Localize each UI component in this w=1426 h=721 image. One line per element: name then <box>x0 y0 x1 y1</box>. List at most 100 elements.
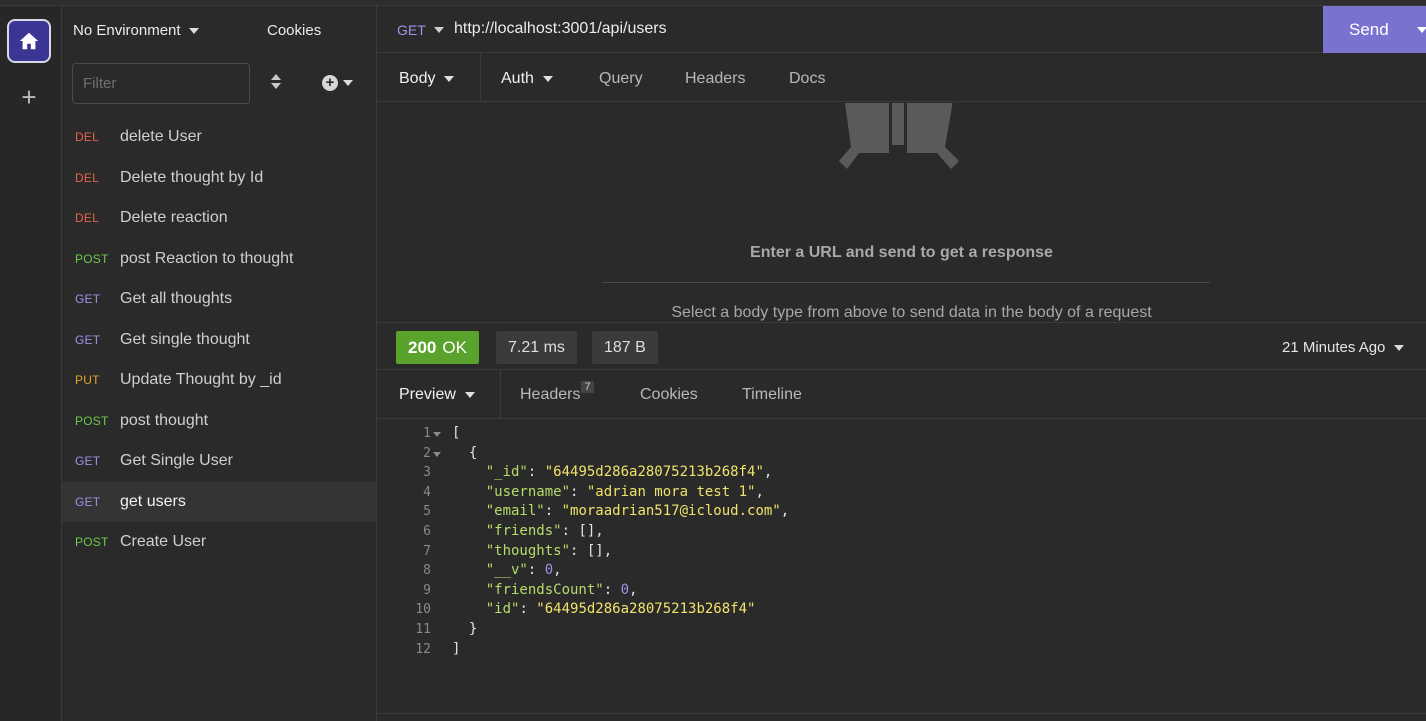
tab-query[interactable]: Query <box>599 70 643 88</box>
tab-divider <box>480 54 481 102</box>
json-value: "64495d286a28075213b268f4" <box>544 464 764 481</box>
code-line: 10 "id": "64495d286a28075213b268f4" <box>377 601 1426 621</box>
request-tabs: Body Auth Query Headers Docs <box>377 54 1426 102</box>
request-name: get users <box>120 492 186 510</box>
response-preview: 1[2 {3 "_id": "64495d286a28075213b268f4"… <box>377 425 1426 660</box>
divider <box>602 282 1210 283</box>
fold-icon[interactable] <box>433 432 441 437</box>
json-value: "64495d286a28075213b268f4" <box>536 601 756 618</box>
request-item[interactable]: DEL Delete thought by Id <box>62 158 376 199</box>
request-item[interactable]: GET get users <box>62 481 376 522</box>
chevron-down-icon <box>433 27 444 33</box>
json-bracket: [ <box>452 425 461 441</box>
request-item[interactable]: DEL Delete reaction <box>62 198 376 239</box>
request-name: Get single thought <box>120 330 250 348</box>
json-key: "id" <box>485 601 520 618</box>
send-button[interactable]: Send <box>1323 6 1426 53</box>
tab-preview[interactable]: Preview <box>399 386 475 404</box>
json-value: [] <box>586 542 604 559</box>
json-bracket: } <box>452 620 478 637</box>
cookies-button[interactable]: Cookies <box>267 22 321 39</box>
request-name: delete User <box>120 128 202 146</box>
request-method-badge: GET <box>75 332 101 347</box>
json-property: "__v": 0, <box>485 562 562 579</box>
request-method-badge: GET <box>75 454 101 469</box>
chevron-down-icon <box>188 27 199 34</box>
tab-headers[interactable]: Headers <box>685 70 745 88</box>
request-name: Delete thought by Id <box>120 168 264 186</box>
line-number: 7 <box>423 543 431 559</box>
request-name: Update Thought by _id <box>120 371 282 389</box>
tab-timeline[interactable]: Timeline <box>742 386 802 404</box>
request-item[interactable]: PUT Update Thought by _id <box>62 360 376 401</box>
chevron-down-icon[interactable] <box>1417 27 1426 33</box>
json-property: "id": "64495d286a28075213b268f4" <box>485 601 756 618</box>
status-badge: 200 OK <box>396 331 479 364</box>
chevron-down-icon <box>464 392 475 398</box>
request-body-panel: Enter a URL and send to get a response S… <box>377 103 1426 322</box>
plus-circle-icon: + <box>322 75 338 91</box>
json-key: "friendsCount" <box>485 581 604 598</box>
json-property: "thoughts": [], <box>485 542 613 559</box>
tab-body[interactable]: Body <box>399 70 455 88</box>
line-number: 8 <box>423 563 431 579</box>
status-code: 200 <box>408 337 437 357</box>
plus-icon[interactable]: + <box>17 84 41 110</box>
fold-icon[interactable] <box>433 451 441 457</box>
environment-selector[interactable]: No Environment <box>73 22 199 39</box>
json-key: "_id" <box>485 464 528 481</box>
add-request-button[interactable]: + <box>322 75 353 91</box>
request-item[interactable]: POST post Reaction to thought <box>62 239 376 280</box>
sidebar: No Environment Cookies + DELdelete UserD… <box>62 6 377 721</box>
request-item[interactable]: GET Get all thoughts <box>62 279 376 320</box>
json-value: [] <box>578 522 596 539</box>
request-method-badge: POST <box>75 413 109 428</box>
json-property: "username": "adrian mora test 1", <box>485 483 764 500</box>
response-size-badge: 187 B <box>592 331 658 364</box>
code-line: 12] <box>377 641 1426 661</box>
filter-input[interactable] <box>72 63 250 104</box>
tab-docs[interactable]: Docs <box>789 70 825 88</box>
home-button[interactable] <box>7 19 51 63</box>
empty-state-title: Enter a URL and send to get a response <box>750 244 1053 261</box>
code-line: 7 "thoughts": [], <box>377 543 1426 563</box>
url-input[interactable]: http://localhost:3001/api/users <box>454 20 667 38</box>
request-method-badge: POST <box>75 251 109 266</box>
environment-label: No Environment <box>73 22 181 39</box>
json-value: 0 <box>620 581 630 598</box>
code-line: 8 "__v": 0, <box>377 562 1426 582</box>
json-bracket: ] <box>452 640 461 657</box>
tab-response-headers[interactable]: Headers 7 <box>520 381 594 404</box>
code-line: 5 "email": "moraadrian517@icloud.com", <box>377 503 1426 523</box>
request-list: DEL delete User DEL Delete thought by Id DEL… <box>62 117 376 563</box>
code-line: 1[ <box>377 425 1426 445</box>
empty-state-subtitle: Select a body type from above to send da… <box>671 304 1152 321</box>
code-line: 11 } <box>377 621 1426 641</box>
request-item[interactable]: GET Get single thought <box>62 320 376 361</box>
code-line: 6 "friends": [], <box>377 523 1426 543</box>
json-key: "friends" <box>485 522 562 539</box>
request-item[interactable]: DEL delete User <box>62 117 376 158</box>
chevron-down-icon <box>542 76 553 82</box>
method-label: GET <box>397 22 426 38</box>
request-item[interactable]: POST Create User <box>62 522 376 563</box>
json-property: "_id": "64495d286a28075213b268f4", <box>485 464 773 481</box>
json-value: "moraadrian517@icloud.com" <box>561 503 781 520</box>
json-key: "thoughts" <box>485 542 571 559</box>
json-bracket: { <box>452 444 478 461</box>
method-selector[interactable]: GET <box>397 22 444 38</box>
tab-auth[interactable]: Auth <box>501 70 553 88</box>
request-name: Create User <box>120 533 207 551</box>
line-number: 12 <box>415 641 431 657</box>
request-item[interactable]: POST post thought <box>62 401 376 442</box>
request-method-badge: GET <box>75 494 101 509</box>
line-number: 9 <box>423 582 431 598</box>
home-icon <box>19 32 39 50</box>
sort-icon[interactable] <box>268 74 284 94</box>
tab-response-cookies[interactable]: Cookies <box>640 386 698 404</box>
request-item[interactable]: GET Get Single User <box>62 441 376 482</box>
history-selector[interactable]: 21 Minutes Ago <box>1282 339 1405 356</box>
response-tabs: Preview Headers 7 Cookies Timeline <box>377 370 1426 419</box>
json-property: "friendsCount": 0, <box>485 581 638 598</box>
request-name: Delete reaction <box>120 209 228 227</box>
